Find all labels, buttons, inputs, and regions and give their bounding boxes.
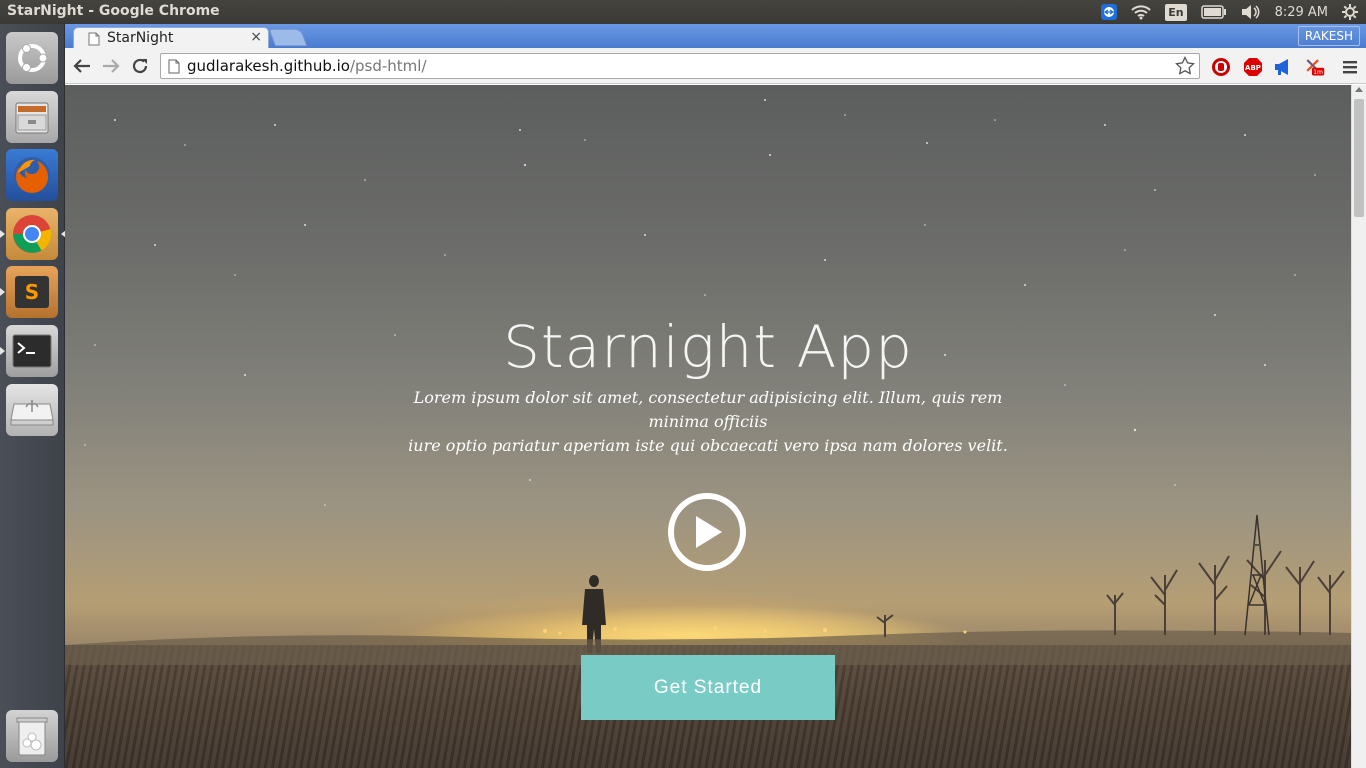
clock[interactable]: 8:29 AM: [1275, 0, 1328, 24]
forward-icon[interactable]: [101, 56, 121, 76]
adblock-plus-icon[interactable]: ABP: [1243, 57, 1263, 77]
svg-text:S: S: [25, 280, 39, 304]
hero-subtitle-line: Lorem ipsum dolor sit amet, consectetur …: [413, 388, 1003, 431]
hero-subtitle: Lorem ipsum dolor sit amet, consectetur …: [385, 386, 1031, 458]
url-text: gudlarakesh.github.io/psd-html/: [187, 57, 427, 75]
ublock-icon[interactable]: [1211, 57, 1231, 77]
terminal-icon[interactable]: [0, 325, 58, 377]
window-title: StarNight - Google Chrome: [7, 3, 220, 19]
get-started-button[interactable]: Get Started: [581, 655, 835, 720]
hero-subtitle-line: iure optio pariatur aperiam iste qui obc…: [408, 436, 1008, 455]
hero-title: Starnight App: [503, 313, 913, 381]
indicator-area: En 8:29 AM: [1101, 0, 1366, 24]
play-video-button[interactable]: [668, 493, 746, 571]
running-indicator-icon: [0, 230, 5, 238]
usb-drive-icon[interactable]: [6, 384, 58, 436]
new-tab-button[interactable]: [268, 29, 308, 46]
top-panel: StarNight - Google Chrome En 8:29 AM: [0, 0, 1366, 24]
page-icon: [168, 59, 180, 74]
wifi-icon[interactable]: [1131, 0, 1151, 24]
reload-icon[interactable]: [130, 56, 150, 76]
back-icon[interactable]: [72, 56, 92, 76]
system-gear-icon[interactable]: [1342, 0, 1358, 24]
url-host: gudlarakesh.github.io: [187, 57, 350, 75]
unity-launcher: S: [0, 24, 66, 768]
firefox-icon[interactable]: [6, 149, 58, 201]
running-indicator-icon: [0, 288, 5, 296]
megaphone-icon[interactable]: [1273, 57, 1293, 77]
address-bar[interactable]: gudlarakesh.github.io/psd-html/: [160, 53, 1200, 79]
tab-close-icon[interactable]: ×: [250, 29, 262, 45]
browser-window: StarNight × RAKESH gudlarakesh.github.io…: [65, 24, 1366, 768]
tab-strip: StarNight × RAKESH: [65, 24, 1366, 49]
ext-badge: 1m: [1313, 69, 1323, 76]
page-viewport: Starnight App Lorem ipsum dolor sit amet…: [65, 85, 1351, 768]
page-icon: [88, 32, 100, 46]
volume-icon[interactable]: [1241, 0, 1261, 24]
tab-title: StarNight: [107, 30, 174, 46]
running-indicator-icon: [0, 347, 5, 355]
tab-starnight[interactable]: StarNight ×: [73, 27, 269, 49]
keyboard-language[interactable]: En: [1165, 3, 1187, 21]
browser-toolbar: gudlarakesh.github.io/psd-html/ ABP 1m: [65, 48, 1366, 84]
play-icon: [696, 516, 722, 548]
teamviewer-icon[interactable]: [1101, 0, 1118, 24]
profile-button[interactable]: RAKESH: [1297, 26, 1360, 46]
battery-icon[interactable]: [1200, 0, 1227, 24]
abp-label: ABP: [1245, 64, 1261, 72]
xdebug-extension-icon[interactable]: 1m: [1305, 57, 1325, 77]
url-path: /psd-html/: [349, 57, 427, 75]
sublime-text-icon[interactable]: S: [0, 266, 58, 318]
dash-home-icon[interactable]: [6, 32, 58, 84]
scroll-thumb[interactable]: [1354, 99, 1364, 217]
bookmark-star-icon[interactable]: [1175, 56, 1195, 76]
files-icon[interactable]: [6, 91, 58, 143]
page-scrollbar[interactable]: [1351, 85, 1366, 768]
scroll-up-arrow-icon[interactable]: [1355, 87, 1363, 92]
trash-icon[interactable]: [6, 710, 58, 762]
chrome-menu-icon[interactable]: [1340, 57, 1360, 77]
chrome-icon[interactable]: [0, 208, 66, 260]
